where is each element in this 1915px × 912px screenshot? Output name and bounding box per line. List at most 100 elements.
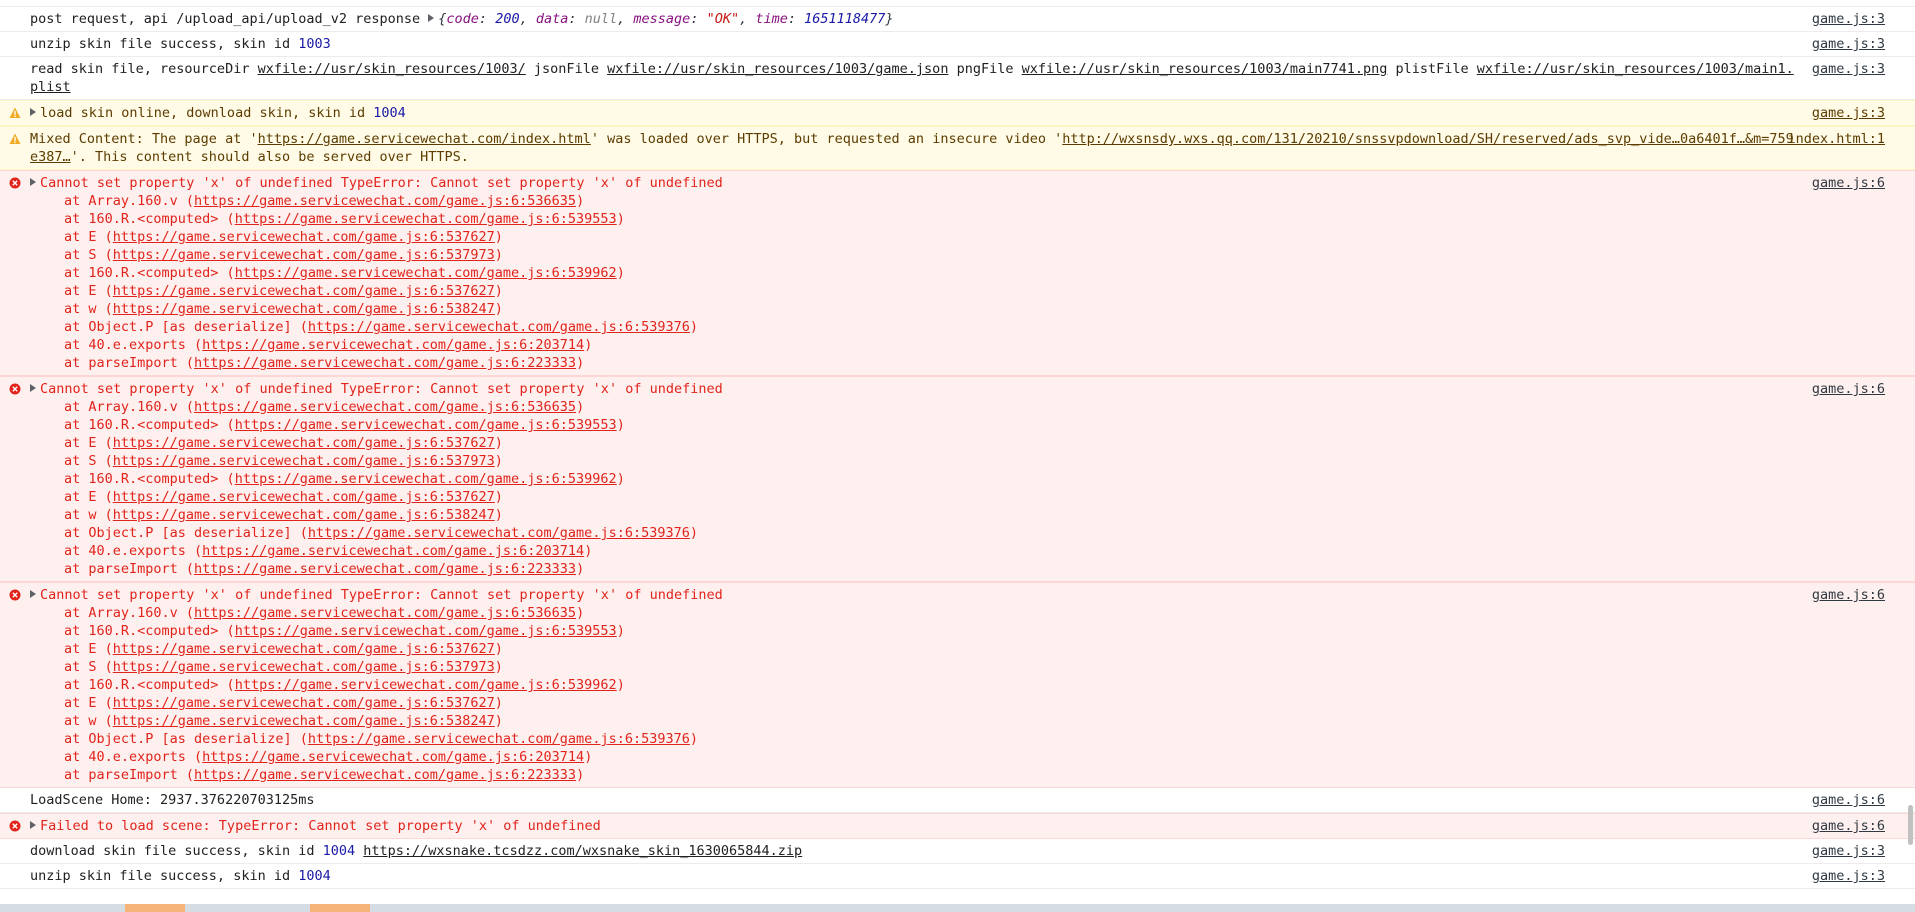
stack-frame-link[interactable]: https://game.servicewechat.com/game.js:6… (308, 319, 690, 335)
expand-triangle-icon[interactable] (30, 821, 36, 829)
error-icon (9, 820, 21, 832)
source-link[interactable]: game.js:6 (1812, 174, 1885, 192)
response-object-preview[interactable]: {code: 200, data: null, message: "OK", t… (438, 11, 893, 27)
console-error-failed-load-scene[interactable]: Failed to load scene: TypeError: Cannot … (0, 813, 1915, 839)
source-link[interactable]: game.js:3 (1812, 60, 1885, 78)
stack-frame-link[interactable]: https://game.servicewechat.com/game.js:6… (113, 283, 495, 299)
source-link[interactable]: game.js:3 (1812, 842, 1885, 860)
expand-triangle-icon[interactable] (30, 178, 36, 186)
stack-frame-link[interactable]: https://game.servicewechat.com/game.js:6… (113, 435, 495, 451)
stack-frame-link[interactable]: https://game.servicewechat.com/game.js:6… (113, 229, 495, 245)
stack-frame-link[interactable]: https://game.servicewechat.com/game.js:6… (194, 193, 576, 209)
warning-icon (9, 133, 21, 144)
stack-frame-link[interactable]: https://game.servicewechat.com/game.js:6… (235, 211, 617, 227)
message-text: unzip skin file success, skin id 1003 (30, 36, 331, 52)
console-message-loadscene[interactable]: LoadScene Home: 2937.376220703125ms game… (0, 788, 1915, 813)
stack-frame-link[interactable]: https://game.servicewechat.com/game.js:6… (235, 417, 617, 433)
expand-triangle-icon[interactable] (30, 108, 36, 116)
stack-frame: at E (https://game.servicewechat.com/gam… (64, 641, 503, 657)
console-warning-load-skin[interactable]: load skin online, download skin, skin id… (0, 100, 1915, 126)
stack-frame-link[interactable]: https://game.servicewechat.com/game.js:6… (202, 543, 584, 559)
error-icon (9, 383, 21, 395)
stack-frame-link[interactable]: https://game.servicewechat.com/game.js:6… (194, 767, 576, 783)
stack-frame: at 160.R.<computed> (https://game.servic… (64, 417, 625, 433)
stack-frame-link[interactable]: https://game.servicewechat.com/game.js:6… (113, 453, 495, 469)
console-message-download-1004[interactable]: download skin file success, skin id 1004… (0, 839, 1915, 864)
stack-frame-link[interactable]: https://game.servicewechat.com/game.js:6… (113, 641, 495, 657)
stack-frame: at 40.e.exports (https://game.servicewec… (64, 749, 593, 765)
stack-frame-link[interactable]: https://game.servicewechat.com/game.js:6… (113, 489, 495, 505)
stack-frame: at parseImport (https://game.servicewech… (64, 767, 585, 783)
console-message-post-request[interactable]: post request, api /upload_api/upload_v2 … (0, 7, 1915, 32)
expand-triangle-icon[interactable] (30, 590, 36, 598)
source-link[interactable]: game.js:6 (1812, 380, 1885, 398)
stack-frame: at E (https://game.servicewechat.com/gam… (64, 695, 503, 711)
message-text: Cannot set property 'x' of undefined Typ… (30, 586, 1800, 604)
stack-frame: at S (https://game.servicewechat.com/gam… (64, 453, 503, 469)
stack-trace: at Array.160.v (https://game.servicewech… (30, 398, 1915, 578)
message-text: Failed to load scene: TypeError: Cannot … (30, 817, 1800, 835)
source-link[interactable]: game.js:3 (1812, 10, 1885, 28)
page-url-link[interactable]: https://game.servicewechat.com/index.htm… (258, 131, 591, 147)
stack-frame: at parseImport (https://game.servicewech… (64, 355, 585, 371)
stack-frame: at S (https://game.servicewechat.com/gam… (64, 659, 503, 675)
clipped-next-message (0, 894, 1915, 904)
stack-frame-link[interactable]: https://game.servicewechat.com/game.js:6… (235, 265, 617, 281)
stack-frame-link[interactable]: https://game.servicewechat.com/game.js:6… (194, 399, 576, 415)
source-link[interactable]: game.js:3 (1812, 35, 1885, 53)
stack-frame: at Object.P [as deserialize] (https://ga… (64, 731, 698, 747)
source-link[interactable]: game.js:6 (1812, 817, 1885, 835)
console-warning-mixed-content[interactable]: Mixed Content: The page at 'https://game… (0, 126, 1915, 170)
message-text: read skin file, resourceDir wxfile://usr… (30, 61, 1794, 95)
stack-frame-link[interactable]: https://game.servicewechat.com/game.js:6… (113, 695, 495, 711)
console-message-read-skin-file[interactable]: read skin file, resourceDir wxfile://usr… (0, 57, 1915, 100)
expand-triangle-icon[interactable] (428, 14, 435, 22)
console-message-unzip-1003[interactable]: unzip skin file success, skin id 1003 ga… (0, 32, 1915, 57)
stack-frame: at E (https://game.servicewechat.com/gam… (64, 489, 503, 505)
stack-frame-link[interactable]: https://game.servicewechat.com/game.js:6… (113, 507, 495, 523)
taskbar-segment (125, 904, 185, 912)
source-link[interactable]: game.js:3 (1812, 104, 1885, 122)
error-icon (9, 589, 21, 601)
taskbar-strip (0, 904, 1915, 912)
clipped-previous-message (0, 0, 1915, 7)
stack-frame-link[interactable]: https://game.servicewechat.com/game.js:6… (308, 525, 690, 541)
console-error[interactable]: Cannot set property 'x' of undefined Typ… (0, 170, 1915, 376)
source-link[interactable]: game.js:6 (1812, 586, 1885, 604)
stack-frame: at E (https://game.servicewechat.com/gam… (64, 435, 503, 451)
skin-id: 1003 (298, 36, 331, 52)
stack-frame-link[interactable]: https://game.servicewechat.com/game.js:6… (113, 659, 495, 675)
stack-frame-link[interactable]: https://game.servicewechat.com/game.js:6… (113, 247, 495, 263)
stack-frame: at 160.R.<computed> (https://game.servic… (64, 471, 625, 487)
message-text: load skin online, download skin, skin id… (30, 104, 1800, 122)
source-link[interactable]: game.js:3 (1812, 867, 1885, 885)
stack-frame-link[interactable]: https://game.servicewechat.com/game.js:6… (308, 731, 690, 747)
stack-frame-link[interactable]: https://game.servicewechat.com/game.js:6… (194, 561, 576, 577)
stack-frame-link[interactable]: https://game.servicewechat.com/game.js:6… (235, 623, 617, 639)
warning-icon (9, 107, 21, 118)
json-file-link[interactable]: wxfile://usr/skin_resources/1003/game.js… (607, 61, 948, 77)
source-link[interactable]: game.js:6 (1812, 791, 1885, 809)
stack-frame-link[interactable]: https://game.servicewechat.com/game.js:6… (113, 713, 495, 729)
message-text: LoadScene Home: 2937.376220703125ms (30, 792, 315, 808)
stack-frame: at parseImport (https://game.servicewech… (64, 561, 585, 577)
expand-triangle-icon[interactable] (30, 384, 36, 392)
stack-frame-link[interactable]: https://game.servicewechat.com/game.js:6… (235, 471, 617, 487)
error-list: Cannot set property 'x' of undefined Typ… (0, 170, 1915, 788)
source-link[interactable]: index.html:1 (1787, 130, 1885, 148)
stack-frame-link[interactable]: https://game.servicewechat.com/game.js:6… (113, 301, 495, 317)
stack-frame-link[interactable]: https://game.servicewechat.com/game.js:6… (194, 605, 576, 621)
stack-frame-link[interactable]: https://game.servicewechat.com/game.js:6… (194, 355, 576, 371)
resource-dir-link[interactable]: wxfile://usr/skin_resources/1003/ (258, 61, 526, 77)
stack-frame-link[interactable]: https://game.servicewechat.com/game.js:6… (202, 749, 584, 765)
skin-zip-link[interactable]: https://wxsnake.tcsdzz.com/wxsnake_skin_… (363, 843, 802, 859)
message-text: post request, api /upload_api/upload_v2 … (30, 11, 894, 27)
console-error[interactable]: Cannot set property 'x' of undefined Typ… (0, 582, 1915, 788)
console-error[interactable]: Cannot set property 'x' of undefined Typ… (0, 376, 1915, 582)
console-message-unzip-1004[interactable]: unzip skin file success, skin id 1004 ga… (0, 864, 1915, 889)
stack-frame-link[interactable]: https://game.servicewechat.com/game.js:6… (202, 337, 584, 353)
stack-frame-link[interactable]: https://game.servicewechat.com/game.js:6… (235, 677, 617, 693)
png-file-link[interactable]: wxfile://usr/skin_resources/1003/main774… (1022, 61, 1388, 77)
scrollbar-thumb[interactable] (1908, 805, 1913, 845)
stack-frame: at 160.R.<computed> (https://game.servic… (64, 265, 625, 281)
